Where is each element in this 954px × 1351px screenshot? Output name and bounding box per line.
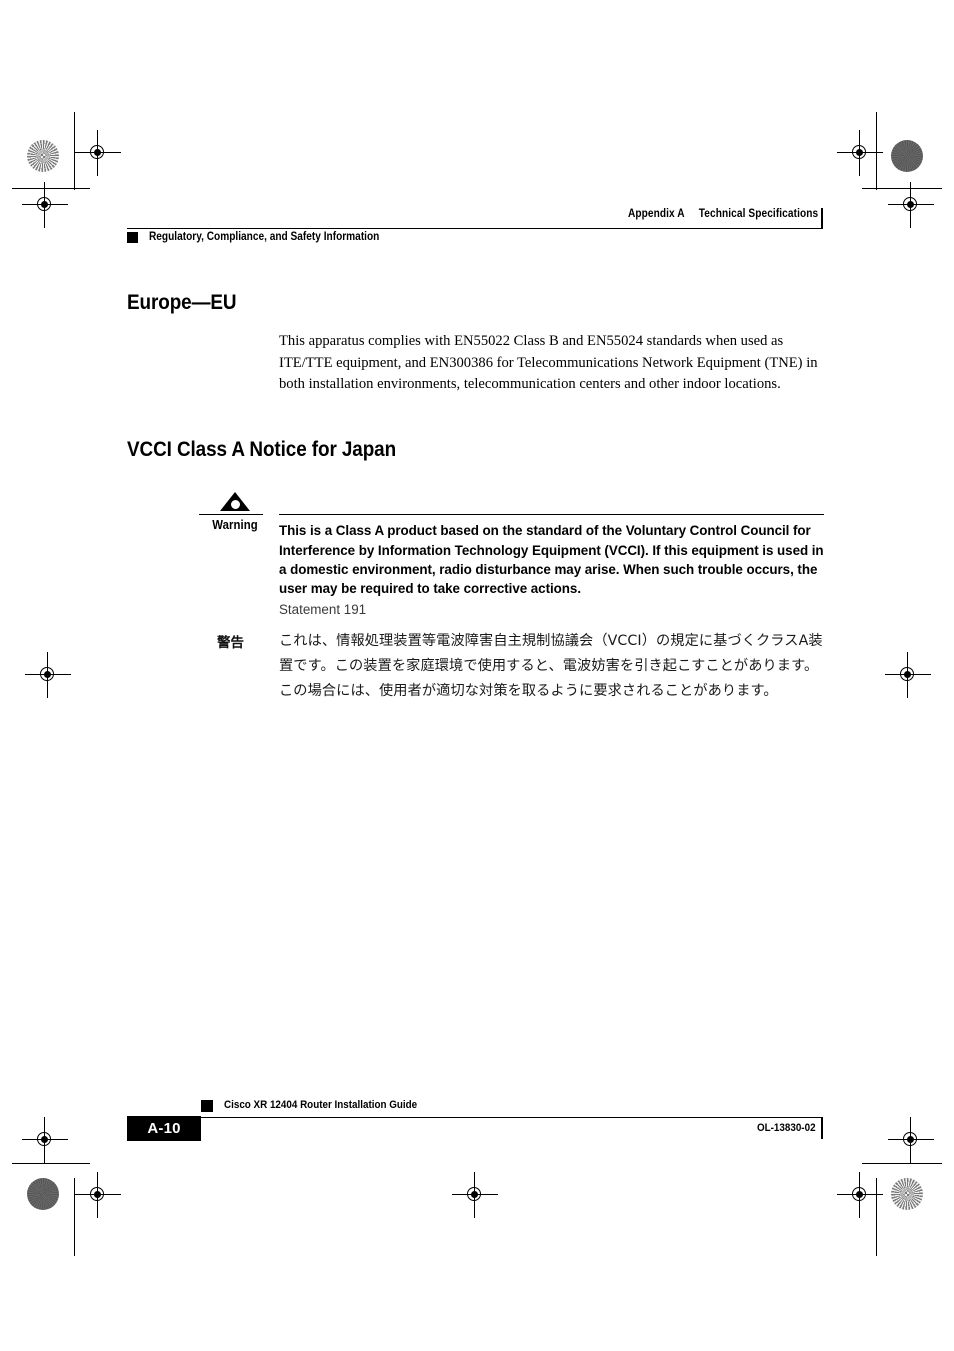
crop-line-bottom-left-vertical bbox=[74, 1178, 76, 1256]
warning-body-rule bbox=[279, 514, 824, 516]
registration-mark-top-left-inner bbox=[75, 130, 121, 176]
header-book-section-label: Regulatory, Compliance, and Safety Infor… bbox=[149, 231, 380, 243]
warning-triangle-icon bbox=[220, 492, 250, 511]
registration-mark-bottom-left-inner bbox=[75, 1172, 121, 1218]
registration-mark-bottom-left-outer bbox=[22, 1117, 68, 1163]
registration-mark-bottom-right-inner bbox=[837, 1172, 883, 1218]
warning-label-japanese: 警告 bbox=[217, 635, 244, 651]
crop-line-top-left-horizontal bbox=[12, 188, 90, 190]
footer-document-id: OL-13830-02 bbox=[757, 1122, 816, 1134]
registration-mark-top-left-outer bbox=[22, 182, 68, 228]
crop-line-bottom-right-horizontal bbox=[862, 1163, 942, 1165]
crop-line-top-right-horizontal bbox=[862, 188, 942, 190]
header-rule bbox=[127, 228, 822, 230]
header-right-tick bbox=[821, 208, 823, 229]
warning-text: This is a Class A product based on the s… bbox=[279, 523, 824, 597]
footer-page-number: A-10 bbox=[127, 1116, 201, 1141]
section-heading-vcci-japan: VCCI Class A Notice for Japan bbox=[127, 438, 397, 461]
section-heading-europe-eu: Europe—EU bbox=[127, 291, 237, 314]
footer-bullet-square-icon bbox=[201, 1100, 213, 1112]
warning-icon-cell: Warning bbox=[199, 492, 271, 532]
footer-guide-title: Cisco XR 12404 Router Installation Guide bbox=[224, 1099, 418, 1111]
warning-icon-rule bbox=[199, 514, 263, 516]
density-dot-top-right bbox=[891, 140, 923, 172]
registration-mark-right-middle bbox=[885, 652, 931, 698]
crop-line-top-left-vertical bbox=[74, 112, 76, 190]
header-book-section: Regulatory, Compliance, and Safety Infor… bbox=[127, 231, 411, 243]
header-chapter-info: Appendix A Technical Specifications bbox=[628, 208, 818, 220]
header-appendix-title: Technical Specifications bbox=[698, 208, 818, 220]
header-appendix-number: Appendix A bbox=[627, 208, 685, 220]
warning-label: Warning bbox=[212, 518, 258, 533]
footer-rule bbox=[127, 1117, 822, 1119]
footer-right-tick bbox=[821, 1117, 823, 1139]
warning-triangle-hole bbox=[230, 500, 240, 509]
registration-mark-bottom-right-outer bbox=[888, 1117, 934, 1163]
warning-statement-number: Statement 191 bbox=[279, 601, 367, 617]
registration-mark-top-right-outer bbox=[888, 182, 934, 228]
density-dot-top-left bbox=[27, 140, 59, 172]
page-sheet: Appendix A Technical Specifications Regul… bbox=[0, 0, 954, 1351]
crop-line-top-right-vertical bbox=[876, 112, 878, 190]
page-content: Appendix A Technical Specifications Regul… bbox=[127, 0, 824, 1351]
crop-line-bottom-right-vertical bbox=[876, 1178, 878, 1256]
header-bullet-square-icon bbox=[127, 231, 138, 243]
warning-body-cell: This is a Class A product based on the s… bbox=[279, 514, 824, 619]
crop-line-bottom-left-horizontal bbox=[12, 1163, 90, 1165]
section-paragraph-europe-eu: This apparatus complies with EN55022 Cla… bbox=[279, 333, 818, 392]
running-footer: Cisco XR 12404 Router Installation Guide… bbox=[127, 1099, 823, 1150]
registration-mark-top-right-inner bbox=[837, 130, 883, 176]
running-header: Appendix A Technical Specifications Regul… bbox=[127, 208, 823, 246]
registration-mark-left-middle bbox=[25, 652, 71, 698]
warning-text-japanese: これは、情報処理装置等電波障害自主規制協議会（VCCI）の規定に基づくクラスA装… bbox=[279, 633, 823, 699]
density-dot-bottom-left bbox=[27, 1178, 59, 1210]
density-dot-bottom-right bbox=[891, 1178, 923, 1210]
